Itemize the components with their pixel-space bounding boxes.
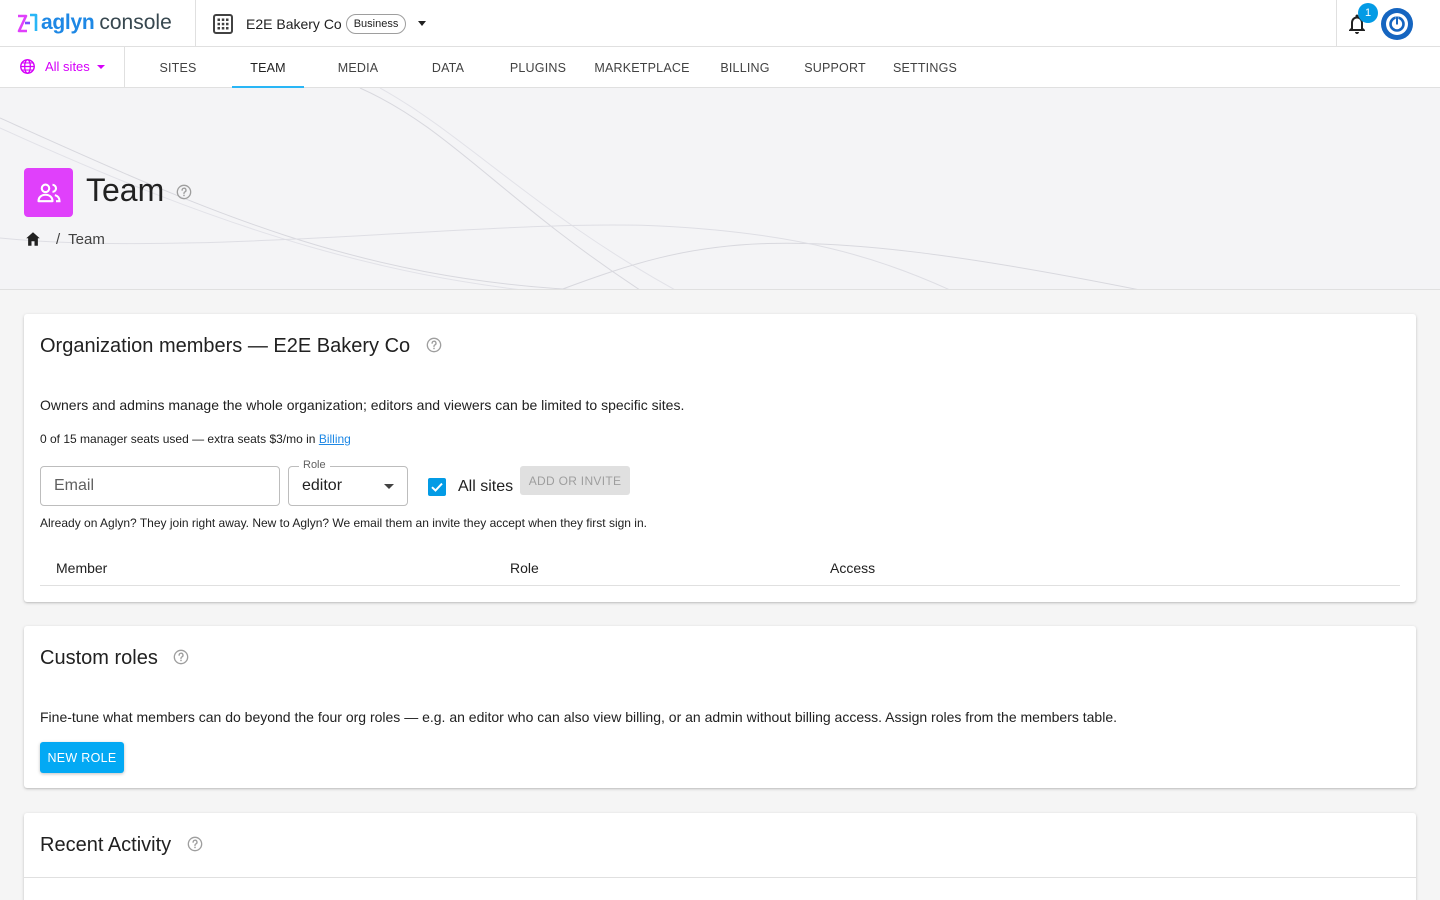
site-selector[interactable]: All sites	[19, 58, 105, 75]
breadcrumb-separator: /	[56, 230, 61, 248]
custom-roles-title-text: Custom roles	[40, 647, 158, 669]
invite-helper-text: Already on Aglyn? They join right away. …	[40, 516, 647, 530]
aglyn-logo-icon	[17, 13, 38, 33]
role-select-label: Role	[299, 459, 330, 471]
decorative-waves	[0, 88, 1138, 289]
site-selector-label: All sites	[45, 59, 90, 74]
custom-roles-title: Custom roles	[40, 647, 189, 670]
recent-activity-card: Recent Activity	[24, 813, 1416, 900]
help-icon[interactable]	[187, 836, 203, 852]
billing-link[interactable]: Billing	[319, 432, 351, 446]
user-avatar[interactable]	[1381, 8, 1413, 40]
people-icon	[36, 183, 61, 202]
tab-plugins[interactable]: PLUGINS	[502, 47, 574, 88]
breadcrumb: / Team	[24, 230, 105, 248]
tab-sites[interactable]: SITES	[142, 47, 214, 88]
add-or-invite-button[interactable]: ADD OR INVITE	[520, 466, 630, 495]
notification-count-badge: 1	[1358, 3, 1378, 23]
divider	[195, 0, 196, 47]
page-header: Team / Team	[0, 88, 1440, 290]
help-icon[interactable]	[426, 337, 442, 353]
tab-settings[interactable]: SETTINGS	[889, 47, 961, 88]
role-select-value: editor	[302, 477, 343, 494]
custom-roles-card: Custom roles Fine-tune what members can …	[24, 626, 1416, 788]
tab-media[interactable]: MEDIA	[322, 47, 394, 88]
caret-down-icon	[96, 64, 105, 69]
column-header-access[interactable]: Access	[830, 560, 875, 576]
caret-down-icon	[384, 484, 394, 489]
seats-usage-label: 0 of 15 manager seats used — extra seats…	[40, 432, 319, 446]
logo-brand-text: aglyn	[41, 11, 95, 34]
email-input[interactable]	[40, 466, 280, 506]
seats-usage-text: 0 of 15 manager seats used — extra seats…	[40, 432, 351, 446]
help-icon[interactable]	[173, 649, 189, 665]
tab-support[interactable]: SUPPORT	[799, 47, 871, 88]
recent-activity-title: Recent Activity	[40, 834, 203, 857]
breadcrumb-current: Team	[68, 230, 105, 248]
tab-team[interactable]: TEAM	[232, 47, 304, 89]
page-title: Team	[86, 172, 165, 208]
globe-icon	[20, 59, 35, 74]
help-icon[interactable]	[176, 184, 192, 200]
checkmark-icon	[431, 482, 443, 492]
divider	[124, 47, 125, 88]
tab-billing[interactable]: BILLING	[709, 47, 781, 88]
top-app-bar: aglyn console E2E Bakery Co Business 1	[0, 0, 1440, 47]
org-members-title: Organization members — E2E Bakery Co	[40, 335, 442, 358]
org-switcher[interactable]: E2E Bakery Co Business	[212, 11, 427, 36]
divider	[1336, 0, 1337, 47]
building-icon	[213, 13, 233, 34]
home-icon[interactable]	[24, 230, 42, 248]
column-header-role[interactable]: Role	[510, 560, 539, 576]
role-select[interactable]: Role editor	[288, 459, 408, 506]
recent-activity-title-text: Recent Activity	[40, 834, 172, 856]
logo-console-text: console	[99, 11, 172, 34]
all-sites-label[interactable]: All sites	[458, 478, 513, 496]
custom-roles-description: Fine-tune what members can do beyond the…	[40, 709, 1117, 725]
tab-data[interactable]: DATA	[412, 47, 484, 88]
org-members-card: Organization members — E2E Bakery Co Own…	[24, 314, 1416, 602]
card-header-divider	[24, 877, 1416, 878]
main-nav-bar: All sites SITES TEAM MEDIA DATA PLUGINS …	[0, 47, 1440, 89]
table-header-divider	[40, 585, 1400, 586]
org-members-description: Owners and admins manage the whole organ…	[40, 397, 685, 413]
power-icon	[1386, 13, 1408, 35]
org-name: E2E Bakery Co	[246, 15, 342, 32]
all-sites-checkbox[interactable]	[428, 478, 446, 496]
new-role-button[interactable]: NEW ROLE	[40, 742, 124, 773]
team-page-icon	[24, 168, 73, 217]
plan-badge: Business	[345, 13, 407, 34]
caret-down-icon	[418, 21, 427, 26]
column-header-member[interactable]: Member	[56, 560, 107, 576]
app-logo[interactable]: aglyn console	[16, 10, 172, 36]
org-members-title-text: Organization members — E2E Bakery Co	[40, 335, 411, 357]
tab-marketplace[interactable]: MARKETPLACE	[592, 47, 692, 88]
